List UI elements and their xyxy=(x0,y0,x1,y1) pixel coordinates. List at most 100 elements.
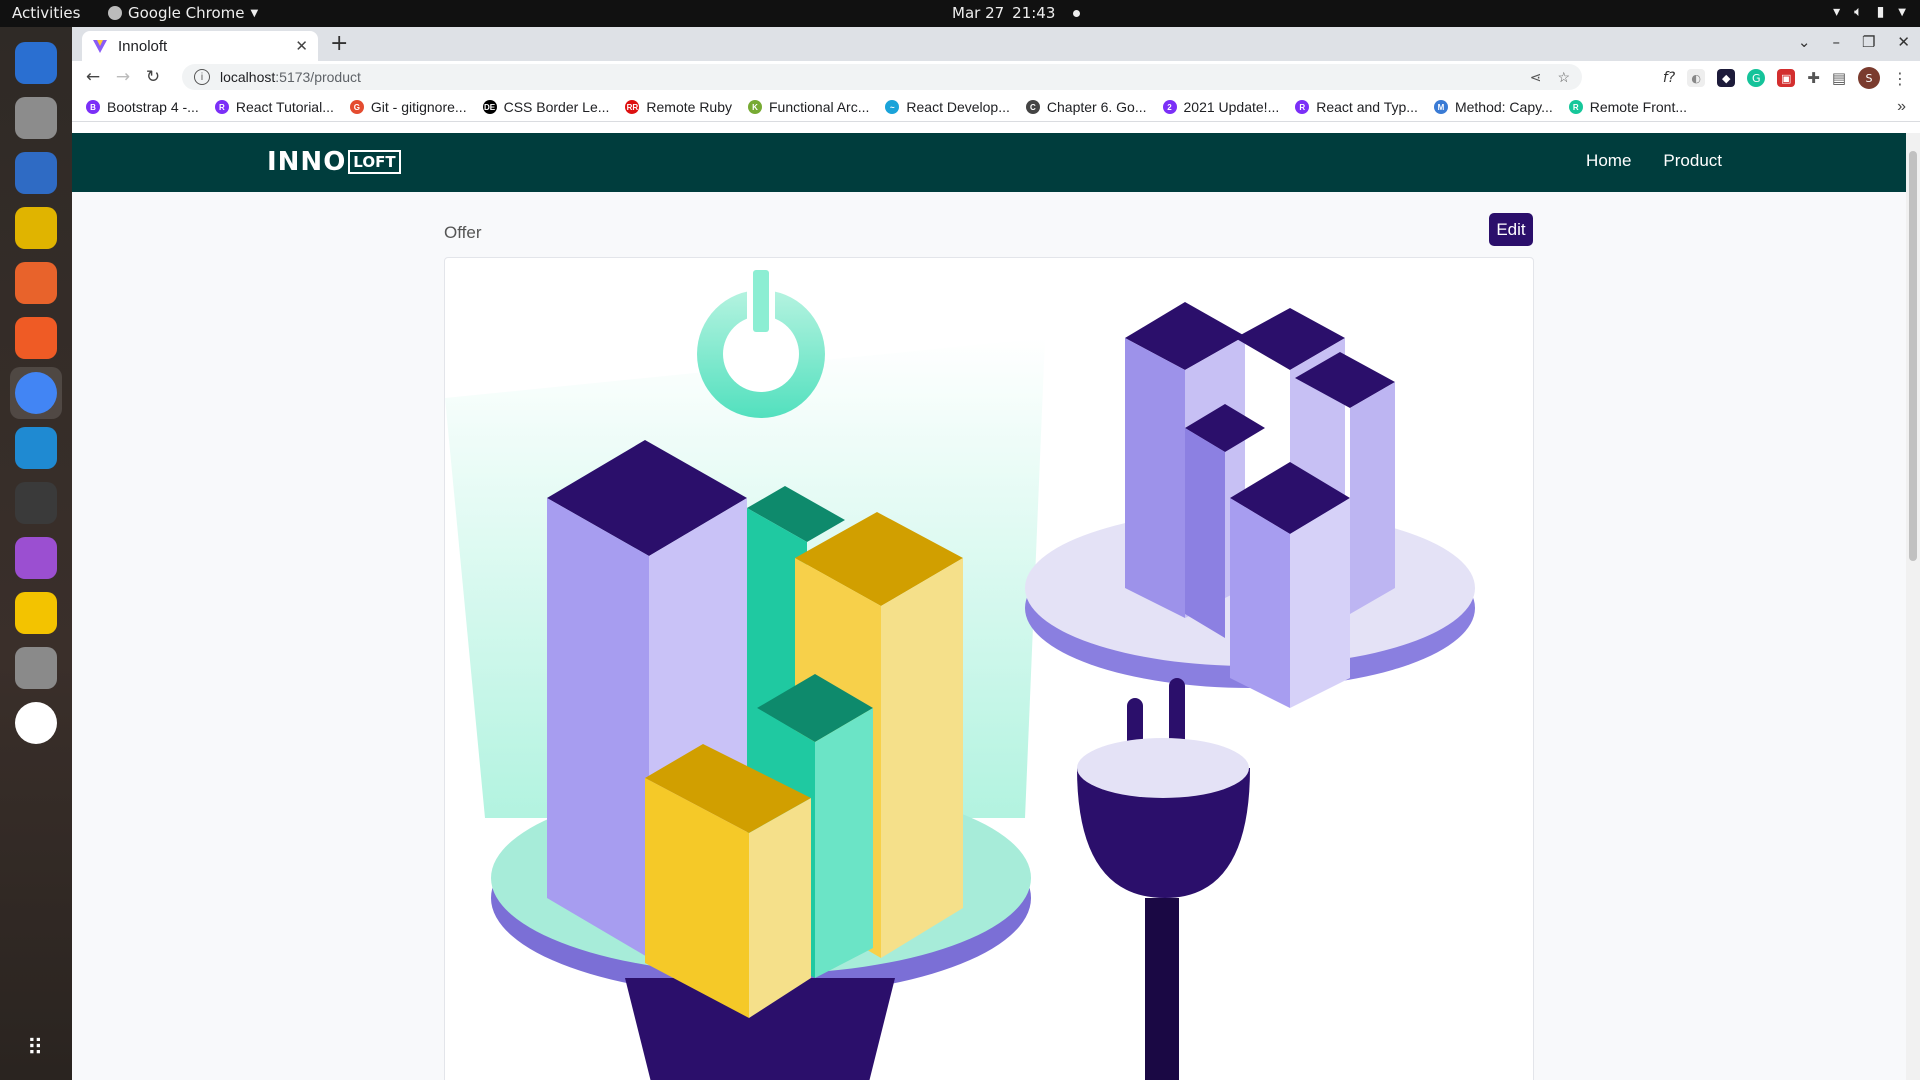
nav-home-link[interactable]: Home xyxy=(1586,151,1631,171)
system-top-bar: Activities Google Chrome ▼ Mar 27 21:43 … xyxy=(0,0,1920,27)
bookmark-label: Git - gitignore... xyxy=(370,99,467,115)
bookmark-favicon-icon: ~ xyxy=(885,100,900,114)
bookmark-label: 2021 Update!... xyxy=(1183,99,1280,115)
dock-beekeeper[interactable] xyxy=(10,587,62,639)
bookmark-label: React Develop... xyxy=(906,99,1010,115)
site-info-icon[interactable]: i xyxy=(194,69,210,85)
bookmark-item[interactable]: RR Remote Ruby xyxy=(625,99,732,115)
files-icon xyxy=(15,97,57,139)
product-illustration xyxy=(445,268,1475,1080)
extension-icon[interactable]: ▣ xyxy=(1777,69,1796,87)
maximize-button[interactable]: ❐ xyxy=(1862,33,1875,51)
url-path: :5173/product xyxy=(275,69,361,85)
tab-search-icon[interactable]: ⌄ xyxy=(1798,33,1811,51)
browser-toolbar: ← → ↻ i localhost:5173/product ⋖ ☆ f? ◐ … xyxy=(72,61,1920,93)
bookmark-label: Remote Ruby xyxy=(646,99,732,115)
forward-button[interactable]: → xyxy=(108,67,138,87)
bookmark-item[interactable]: M Method: Capy... xyxy=(1433,99,1553,115)
bookmark-item[interactable]: G Git - gitignore... xyxy=(349,99,467,115)
dock-terminal[interactable] xyxy=(10,477,62,529)
edit-button[interactable]: Edit xyxy=(1489,213,1533,246)
dock-chrome[interactable] xyxy=(10,367,62,419)
bookmark-item[interactable]: R React and Typ... xyxy=(1295,99,1418,115)
dock-postman[interactable] xyxy=(10,312,62,364)
extension-icon[interactable]: ◐ xyxy=(1687,69,1706,87)
clock[interactable]: Mar 27 21:43 xyxy=(952,4,1081,22)
dock-rhythmbox[interactable] xyxy=(10,202,62,254)
bookmark-item[interactable]: C Chapter 6. Go... xyxy=(1025,99,1147,115)
bookmark-favicon-icon: R xyxy=(1568,100,1583,114)
dock-firefox[interactable] xyxy=(10,257,62,309)
chrome-small-icon xyxy=(108,6,122,20)
bookmark-favicon-icon: DE xyxy=(482,100,497,114)
notification-dot-icon xyxy=(1073,9,1081,17)
url-host: localhost xyxy=(220,69,276,85)
system-tray[interactable]: ▾ 🔈︎ ▮ ▼ xyxy=(1833,4,1906,20)
vscode-icon xyxy=(15,427,57,469)
logo-text: INNO xyxy=(267,147,347,177)
dock-vscode[interactable] xyxy=(10,422,62,474)
dock: ⠿ xyxy=(0,27,72,1080)
share-icon[interactable]: ⋖ xyxy=(1530,69,1542,86)
profile-avatar[interactable]: S xyxy=(1858,67,1880,89)
scrollbar-thumb[interactable] xyxy=(1909,151,1917,561)
bookmark-item[interactable]: 2 2021 Update!... xyxy=(1162,99,1280,115)
side-panel-icon[interactable]: ▤ xyxy=(1832,69,1846,87)
bookmark-item[interactable]: ~ React Develop... xyxy=(885,99,1010,115)
bookmark-favicon-icon: RR xyxy=(625,100,640,114)
terminal-icon xyxy=(15,482,57,524)
activities-button[interactable]: Activities xyxy=(12,4,80,22)
dock-files[interactable] xyxy=(10,92,62,144)
address-bar[interactable]: i localhost:5173/product ⋖ ☆ xyxy=(182,64,1582,90)
show-apps-button[interactable]: ⠿ xyxy=(10,1022,62,1074)
reload-button[interactable]: ↻ xyxy=(138,67,168,87)
more-bookmarks-icon[interactable]: » xyxy=(1897,98,1906,116)
settings-icon xyxy=(15,647,57,689)
page-scrollbar[interactable] xyxy=(1906,133,1920,1080)
dock-thunderbird[interactable] xyxy=(10,37,62,89)
dock-slack[interactable] xyxy=(10,697,62,749)
power-icon xyxy=(697,268,825,418)
site-header: INNO LOFT Home Product xyxy=(72,133,1920,192)
formula-extension-icon[interactable]: f? xyxy=(1663,70,1675,86)
clock-time: 21:43 xyxy=(1012,4,1056,22)
rhythmbox-icon xyxy=(15,207,57,249)
extension-icon[interactable]: ◆ xyxy=(1717,69,1736,87)
dock-settings[interactable] xyxy=(10,642,62,694)
minimize-button[interactable]: – xyxy=(1832,33,1840,51)
bookmark-star-icon[interactable]: ☆ xyxy=(1557,69,1570,86)
bookmark-label: Remote Front... xyxy=(1589,99,1688,115)
dock-media-player[interactable] xyxy=(10,532,62,584)
writer-icon xyxy=(15,152,57,194)
tab-innoloft[interactable]: Innoloft ✕ xyxy=(82,31,318,61)
bookmark-favicon-icon: 2 xyxy=(1162,100,1177,114)
nav-product-link[interactable]: Product xyxy=(1663,151,1722,171)
app-menu[interactable]: Google Chrome ▼ xyxy=(108,4,258,22)
clock-date: Mar 27 xyxy=(952,4,1005,22)
dock-writer[interactable] xyxy=(10,147,62,199)
close-window-button[interactable]: ✕ xyxy=(1897,33,1910,51)
innoloft-logo[interactable]: INNO LOFT xyxy=(267,147,401,177)
bookmark-item[interactable]: R React Tutorial... xyxy=(214,99,334,115)
bookmark-favicon-icon: K xyxy=(748,100,762,114)
window-controls: ⌄ – ❐ ✕ xyxy=(1798,33,1910,51)
bookmark-item[interactable]: R Remote Front... xyxy=(1568,99,1688,115)
bookmark-favicon-icon: M xyxy=(1433,100,1448,114)
tab-title: Innoloft xyxy=(118,37,168,55)
puzzle-extensions-icon[interactable]: ✚ xyxy=(1807,69,1820,87)
close-icon[interactable]: ✕ xyxy=(295,37,308,55)
kebab-menu-icon[interactable]: ⋮ xyxy=(1892,69,1908,88)
bookmark-item[interactable]: B Bootstrap 4 -... xyxy=(86,99,199,115)
chevron-down-icon: ▼ xyxy=(250,7,259,19)
tab-strip: Innoloft ✕ + ⌄ – ❐ ✕ xyxy=(72,27,1920,61)
bookmarks-bar: B Bootstrap 4 -... R React Tutorial... G Git … xyxy=(72,93,1920,122)
chrome-icon xyxy=(15,372,57,414)
back-button[interactable]: ← xyxy=(78,67,108,87)
bookmark-item[interactable]: K Functional Arc... xyxy=(748,99,869,115)
bookmark-item[interactable]: DE CSS Border Le... xyxy=(482,99,609,115)
new-tab-button[interactable]: + xyxy=(330,31,348,56)
grammarly-icon[interactable]: G xyxy=(1747,69,1766,87)
extensions-area: f? ◐ ◆ G ▣ ✚ ▤ S ⋮ xyxy=(1663,67,1908,89)
bookmark-label: Chapter 6. Go... xyxy=(1046,99,1147,115)
main-nav: Home Product xyxy=(1586,151,1722,171)
